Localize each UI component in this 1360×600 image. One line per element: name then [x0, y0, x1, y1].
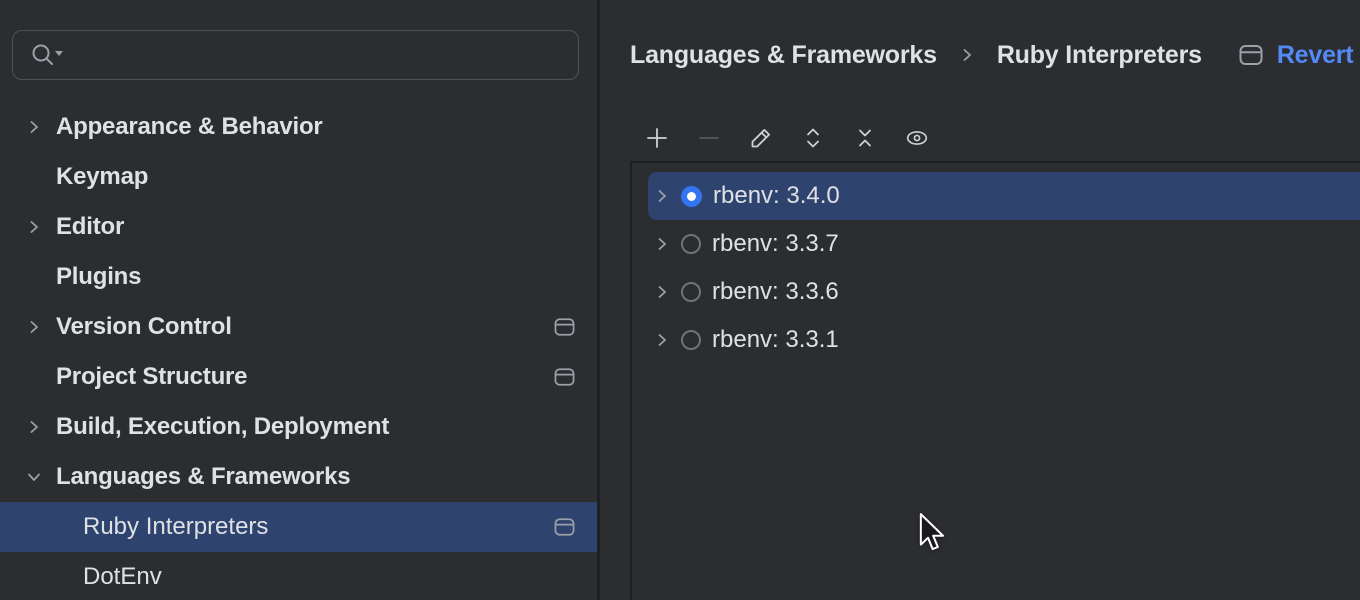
search-icon: [30, 42, 68, 68]
settings-tree: Appearance & Behavior Keymap Editor Plug…: [0, 102, 597, 600]
pencil-icon: [748, 125, 774, 151]
chevron-placeholder[interactable]: [26, 369, 42, 385]
interpreter-label: rbenv: 3.3.6: [712, 278, 839, 306]
expand-all-button[interactable]: [800, 125, 826, 151]
interpreter-label: rbenv: 3.4.0: [713, 182, 840, 210]
chevron-placeholder[interactable]: [26, 169, 42, 185]
radio-button[interactable]: [681, 234, 701, 254]
breadcrumb-ruby-interpreters[interactable]: Ruby Interpreters: [997, 41, 1202, 70]
sidebar-item-label: Appearance & Behavior: [56, 113, 323, 141]
interpreter-label: rbenv: 3.3.1: [712, 326, 839, 354]
interpreter-row-rbenv-3-3-1[interactable]: rbenv: 3.3.1: [648, 316, 1360, 364]
eye-icon: [904, 125, 930, 151]
sidebar-item-label: DotEnv: [83, 563, 162, 591]
chevron-icon[interactable]: [654, 332, 670, 348]
sidebar-item-appearance-behavior[interactable]: Appearance & Behavior: [0, 102, 597, 152]
sidebar-item-plugins[interactable]: Plugins: [0, 252, 597, 302]
sidebar-item-editor[interactable]: Editor: [0, 202, 597, 252]
chevron-placeholder[interactable]: [26, 269, 42, 285]
sidebar-item-label: Editor: [56, 213, 124, 241]
radio-button[interactable]: [681, 186, 702, 207]
interpreter-label: rbenv: 3.3.7: [712, 230, 839, 258]
breadcrumb-languages-frameworks[interactable]: Languages & Frameworks: [630, 41, 937, 70]
minus-icon: [696, 125, 722, 151]
project-level-icon: [554, 368, 575, 387]
plus-icon: [644, 125, 670, 151]
collapse-all-button[interactable]: [852, 125, 878, 151]
chevron-icon[interactable]: [654, 236, 670, 252]
settings-window: Appearance & Behavior Keymap Editor Plug…: [0, 0, 1360, 600]
settings-search-input[interactable]: [12, 30, 579, 80]
expand-all-icon: [800, 125, 826, 151]
radio-button[interactable]: [681, 282, 701, 302]
sidebar-item-version-control[interactable]: Version Control: [0, 302, 597, 352]
search-history-caret-icon: [55, 51, 63, 56]
project-level-icon: [1239, 44, 1263, 66]
sidebar-item-label: Ruby Interpreters: [83, 513, 268, 541]
edit-interpreter-button[interactable]: [748, 125, 774, 151]
sidebar-item-label: Languages & Frameworks: [56, 463, 350, 491]
sidebar-item-label: Keymap: [56, 163, 148, 191]
project-level-icon: [554, 318, 575, 337]
chevron-right-icon[interactable]: [26, 119, 42, 135]
chevron-icon[interactable]: [654, 284, 670, 300]
sidebar-item-project-structure[interactable]: Project Structure: [0, 352, 597, 402]
sidebar-item-build-execution-deployment[interactable]: Build, Execution, Deployment: [0, 402, 597, 452]
interpreter-row-rbenv-3-4-0[interactable]: rbenv: 3.4.0: [648, 172, 1360, 220]
sidebar-splitter[interactable]: [597, 0, 600, 600]
chevron-right-icon[interactable]: [26, 319, 42, 335]
interpreters-toolbar: [644, 125, 930, 151]
sidebar-item-keymap[interactable]: Keymap: [0, 152, 597, 202]
chevron-placeholder[interactable]: [26, 519, 42, 535]
chevron-placeholder[interactable]: [26, 569, 42, 585]
settings-sidebar: Appearance & Behavior Keymap Editor Plug…: [0, 0, 597, 600]
chevron-right-icon: [959, 47, 975, 63]
sidebar-item-dotenv[interactable]: DotEnv: [0, 552, 597, 600]
sidebar-item-label: Version Control: [56, 313, 232, 341]
sidebar-item-label: Plugins: [56, 263, 141, 291]
interpreters-list: rbenv: 3.4.0 rbenv: 3.3.7 rbenv: 3.3.6 r…: [630, 161, 1360, 600]
sidebar-item-ruby-interpreters[interactable]: Ruby Interpreters: [0, 502, 597, 552]
chevron-icon[interactable]: [654, 188, 670, 204]
show-hidden-button[interactable]: [904, 125, 930, 151]
breadcrumb: Languages & Frameworks Ruby Interpreters…: [630, 40, 1353, 70]
project-level-icon: [554, 518, 575, 537]
chevron-down-icon[interactable]: [26, 469, 42, 485]
revert-link[interactable]: Revert: [1277, 41, 1354, 70]
chevron-right-icon[interactable]: [26, 219, 42, 235]
collapse-all-icon: [852, 125, 878, 151]
interpreter-row-rbenv-3-3-6[interactable]: rbenv: 3.3.6: [648, 268, 1360, 316]
chevron-right-icon[interactable]: [26, 419, 42, 435]
sidebar-item-label: Build, Execution, Deployment: [56, 413, 389, 441]
radio-button[interactable]: [681, 330, 701, 350]
remove-interpreter-button[interactable]: [696, 125, 722, 151]
sidebar-item-label: Project Structure: [56, 363, 247, 391]
sidebar-item-languages-frameworks[interactable]: Languages & Frameworks: [0, 452, 597, 502]
interpreter-row-rbenv-3-3-7[interactable]: rbenv: 3.3.7: [648, 220, 1360, 268]
add-interpreter-button[interactable]: [644, 125, 670, 151]
